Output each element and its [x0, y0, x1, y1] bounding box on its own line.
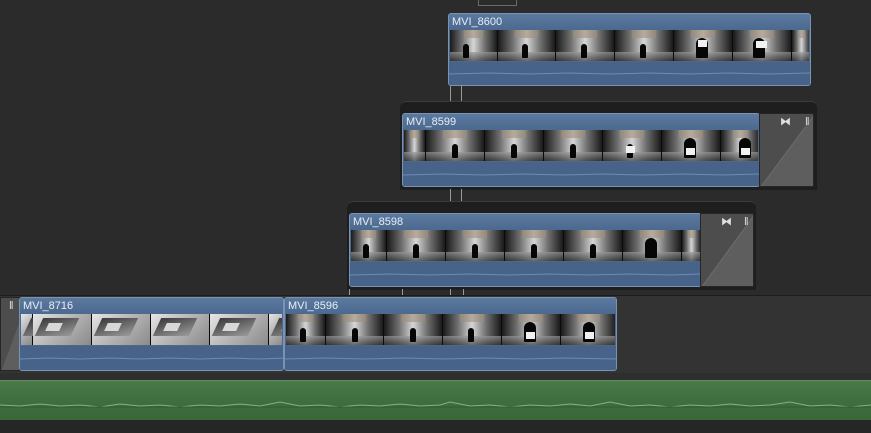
thumbnail-frame — [351, 230, 387, 261]
cross-dissolve-transition[interactable]: ⧓ ‖ — [700, 213, 754, 287]
thumbnail-frame — [450, 30, 498, 61]
thumbnail-frame — [556, 30, 615, 61]
thumbnail-frame — [674, 30, 733, 61]
thumbnail-frame — [792, 30, 809, 61]
cross-dissolve-transition[interactable]: ⧓ ‖ — [759, 113, 814, 187]
clip-mvi-8600[interactable]: MVI_8600 — [448, 13, 811, 86]
thumbnail-frame — [326, 314, 384, 345]
double-bar-handle-icon[interactable]: ‖ — [805, 116, 810, 128]
thumbnail-frame — [404, 130, 426, 161]
filmstrip — [21, 314, 282, 345]
thumbnail-frame — [662, 130, 721, 161]
clip-title-bar: MVI_8598 — [350, 214, 701, 230]
audio-waveform — [449, 62, 810, 85]
clip-mvi-8716[interactable]: MVI_8716 — [19, 297, 284, 371]
music-audio-track[interactable] — [0, 380, 871, 422]
thumbnail-frame — [426, 130, 485, 161]
audio-waveform — [350, 262, 701, 286]
clip-label: MVI_8600 — [452, 16, 503, 28]
thumbnail-frame — [682, 230, 700, 261]
timeline[interactable]: MVI_8600 MVI_8599 ⧓ ‖ MVI_8598 ⧓ ‖ ‖ MVI… — [0, 0, 871, 433]
thumbnail-frame — [733, 30, 792, 61]
thumbnail-frame — [561, 314, 615, 345]
timeline-bottom-strip — [0, 420, 871, 433]
cross-dissolve-transition[interactable]: ‖ — [0, 297, 20, 371]
double-bar-handle-icon[interactable]: ‖ — [744, 216, 749, 228]
thumbnail-frame — [603, 130, 662, 161]
bowtie-icon: ⧓ — [780, 116, 791, 128]
thumbnail-frame — [384, 314, 443, 345]
thumbnail-frame — [443, 314, 502, 345]
thumbnail-frame — [21, 314, 33, 345]
thumbnail-frame — [502, 314, 561, 345]
thumbnail-frame — [564, 230, 623, 261]
filmstrip — [404, 130, 758, 161]
clip-connector — [450, 86, 451, 101]
thumbnail-frame — [615, 30, 674, 61]
thumbnail-frame — [498, 30, 556, 61]
thumbnail-frame — [151, 314, 210, 345]
filmstrip — [286, 314, 615, 345]
thumbnail-frame — [505, 230, 564, 261]
clip-label: MVI_8596 — [288, 300, 339, 312]
audio-waveform — [20, 346, 283, 370]
thumbnail-frame — [210, 314, 269, 345]
clip-connector — [461, 189, 462, 201]
thumbnail-frame — [544, 130, 603, 161]
filmstrip — [351, 230, 700, 261]
clip-title-bar: MVI_8716 — [20, 298, 283, 314]
clip-mvi-8599[interactable]: MVI_8599 — [402, 113, 760, 187]
thumbnail-frame — [485, 130, 544, 161]
audio-waveform — [403, 162, 759, 186]
clip-title-bar: MVI_8600 — [449, 14, 810, 30]
thumbnail-frame — [269, 314, 282, 345]
clip-mvi-8598[interactable]: MVI_8598 — [349, 213, 702, 287]
double-bar-handle-icon[interactable]: ‖ — [9, 300, 14, 312]
filmstrip — [450, 30, 809, 61]
clip-connector — [461, 86, 462, 101]
thumbnail-frame — [33, 314, 92, 345]
thumbnail-frame — [446, 230, 505, 261]
audio-waveform — [285, 346, 616, 370]
clip-title-bar: MVI_8596 — [285, 298, 616, 314]
bowtie-icon: ⧓ — [721, 216, 732, 228]
thumbnail-frame — [92, 314, 151, 345]
clip-title-bar: MVI_8599 — [403, 114, 759, 130]
thumbnail-frame — [286, 314, 326, 345]
clip-label: MVI_8598 — [353, 216, 404, 228]
clip-edge-tab[interactable] — [478, 0, 517, 6]
clip-mvi-8596[interactable]: MVI_8596 — [284, 297, 617, 371]
thumbnail-frame — [623, 230, 682, 261]
clip-label: MVI_8716 — [23, 300, 74, 312]
clip-connector — [450, 189, 451, 201]
thumbnail-frame — [721, 130, 758, 161]
clip-label: MVI_8599 — [406, 116, 457, 128]
thumbnail-frame — [387, 230, 446, 261]
track-gap — [0, 373, 871, 380]
